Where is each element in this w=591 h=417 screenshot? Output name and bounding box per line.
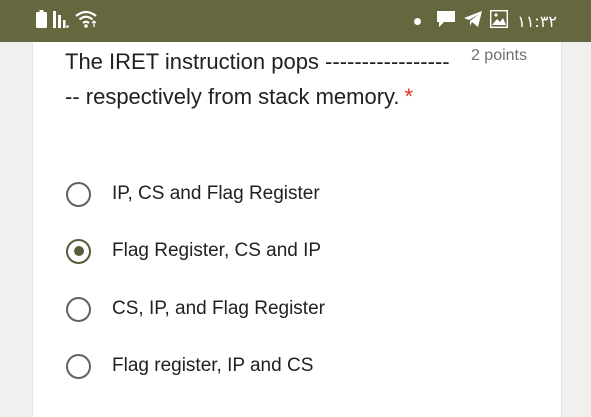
radio-button-3[interactable] <box>66 296 91 322</box>
question-title: The IRET instruction pops --------------… <box>65 45 453 114</box>
radio-button-1[interactable] <box>66 181 91 207</box>
radio-button-2-selected[interactable] <box>66 238 91 264</box>
option-2[interactable]: Flag Register, CS and IP <box>66 235 321 267</box>
question-card: The IRET instruction pops --------------… <box>32 42 562 417</box>
telegram-icon <box>463 10 483 33</box>
status-bar: ١١:٣٢ <box>0 0 591 42</box>
option-1-label[interactable]: IP, CS and Flag Register <box>112 183 320 205</box>
option-1[interactable]: IP, CS and Flag Register <box>66 178 320 210</box>
status-left-group <box>36 9 97 33</box>
battery-icon <box>36 9 47 33</box>
option-3-label[interactable]: CS, IP, and Flag Register <box>112 298 325 320</box>
image-icon <box>489 9 509 33</box>
notification-dot-icon <box>414 17 422 25</box>
chat-icon <box>436 10 456 33</box>
radio-button-4[interactable] <box>66 353 91 379</box>
option-4[interactable]: Flag register, IP and CS <box>66 350 313 382</box>
wifi-icon <box>75 10 97 33</box>
status-right-group: ١١:٣٢ <box>414 9 557 33</box>
signal-icon <box>53 10 69 33</box>
required-asterisk: * <box>404 83 414 109</box>
points-label: 2 points <box>470 47 527 64</box>
option-4-label[interactable]: Flag register, IP and CS <box>112 355 313 377</box>
option-2-label[interactable]: Flag Register, CS and IP <box>112 240 321 262</box>
option-3[interactable]: CS, IP, and Flag Register <box>66 293 325 325</box>
status-time: ١١:٣٢ <box>517 11 557 31</box>
question-text: The IRET instruction pops --------------… <box>65 49 450 109</box>
